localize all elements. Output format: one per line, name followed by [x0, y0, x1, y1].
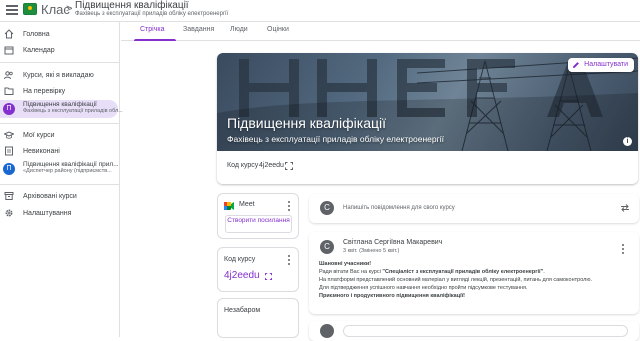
announcement-body: Шановні учасники! Ради вітати Вас на кур…	[319, 260, 629, 300]
tab-classwork[interactable]: Завдання	[183, 26, 214, 33]
active-tab-indicator	[134, 39, 176, 41]
sidebar-course-subtitle: Фахівець з експлуатації приладів обл...	[23, 108, 123, 114]
sidebar-item-todo[interactable]: Невиконані	[0, 143, 118, 159]
more-vert-icon[interactable]	[622, 244, 625, 254]
announcement-text: Ради вітати Вас на курсі	[319, 269, 383, 275]
info-icon[interactable]: i	[623, 137, 632, 146]
meet-label: Meet	[239, 201, 255, 208]
top-bar: Клас > Підвищення кваліфікації Фахівець …	[0, 0, 640, 22]
class-code-card: Код курсу 4j2eedu	[217, 247, 299, 292]
upcoming-title: Незабаром	[224, 307, 261, 314]
comment-input[interactable]	[343, 325, 628, 337]
announcement-text: .	[543, 269, 545, 275]
todo-list-icon	[5, 146, 13, 156]
sidebar-item-label: Календар	[23, 46, 55, 54]
course-avatar: П	[3, 163, 15, 175]
sidebar-item-course-active[interactable]: П Підвищення кваліфікації Фахівець з екс…	[0, 100, 123, 118]
sidebar-course-subtitle: «Диспетчер району (підприємств...	[23, 168, 112, 174]
sidebar-item-enrolled-course[interactable]: П Підвищення кваліфікації прил... «Диспе…	[0, 160, 119, 178]
announcement-card: С Світлана Сергіївна Макаревич 3 квіт. (…	[309, 232, 639, 314]
sidebar-course-title: Підвищення кваліфікації прил...	[23, 161, 119, 168]
announcement-line: Для підтвердження успішного навчання нео…	[319, 285, 528, 291]
announcement-greeting: Шановні учасники!	[319, 261, 372, 267]
home-icon	[4, 29, 14, 39]
announcement-line: На платформі представлений основний мате…	[319, 277, 592, 283]
announcement-date: 3 квіт. (Змінено 5 квіт.)	[343, 248, 400, 254]
sidebar-item-label: Архівовані курси	[23, 192, 77, 200]
sidebar-divider	[0, 184, 119, 185]
announcement-course-name: "Спеціаліст з експлуатації приладів облі…	[382, 269, 544, 275]
banner-subtitle: Фахівець з експлуатації приладів обліку …	[227, 134, 444, 144]
reuse-post-icon[interactable]	[620, 203, 630, 213]
archive-icon	[4, 192, 14, 200]
graduation-cap-icon	[4, 131, 14, 139]
upcoming-card: Незабаром	[217, 298, 299, 338]
class-code-label: Код курсу	[227, 162, 259, 169]
meet-card: Meet Створити посилання	[217, 193, 299, 239]
announce-input-card[interactable]: С Напишіть повідомлення для свого курсу	[309, 194, 639, 223]
sidebar-course-title: Підвищення кваліфікації	[23, 101, 97, 108]
avatar	[320, 324, 334, 338]
sidebar-item-calendar[interactable]: Календар	[0, 42, 118, 58]
sidebar-item-archived[interactable]: Архівовані курси	[0, 188, 118, 204]
sidebar-item-review[interactable]: На перевірку	[0, 83, 118, 99]
announce-placeholder[interactable]: Напишіть повідомлення для свого курсу	[343, 205, 455, 211]
fullscreen-icon[interactable]	[265, 273, 272, 280]
main-menu-icon[interactable]	[6, 5, 18, 15]
sidebar-item-label: Невиконані	[23, 147, 60, 155]
avatar: С	[320, 240, 334, 254]
calendar-icon	[4, 46, 14, 55]
customize-button[interactable]: Налаштувати	[568, 58, 634, 72]
banner-title: Підвищення кваліфікації	[227, 115, 387, 131]
avatar: С	[320, 201, 334, 215]
sidebar-item-settings[interactable]: Налаштування	[0, 205, 118, 221]
sidebar-item-my-courses[interactable]: Мої курси	[0, 127, 118, 143]
sidebar-item-home[interactable]: Головна	[0, 26, 118, 42]
class-code-card-title: Код курсу	[224, 256, 256, 263]
tab-people[interactable]: Люди	[230, 26, 248, 33]
class-code-card-value[interactable]: 4j2eedu	[224, 270, 260, 281]
tab-stream[interactable]: Стрічка	[140, 26, 164, 33]
page-subtitle: Фахівець з експлуатації приладів обліку …	[75, 11, 229, 17]
announcement-author: Світлана Сергіївна Макаревич	[343, 239, 443, 246]
sidebar-item-label: Курси, які я викладаю	[23, 71, 94, 79]
page-title: Підвищення кваліфікації	[75, 0, 189, 11]
course-avatar: П	[3, 103, 15, 115]
customize-label: Налаштувати	[584, 61, 628, 68]
people-icon	[4, 71, 13, 80]
tab-grades[interactable]: Оцінки	[267, 26, 289, 33]
sidebar-divider	[0, 62, 119, 63]
more-vert-icon[interactable]	[288, 255, 291, 265]
class-code-value[interactable]: 4j2eedu	[259, 162, 284, 169]
announcement-closing: Приємного і продуктивного підвищення ква…	[319, 293, 465, 299]
breadcrumb-separator: >	[66, 3, 73, 15]
create-meet-link-button[interactable]: Створити посилання	[225, 215, 292, 233]
sidebar: Головна Календар Курси, які я викладаю Н…	[0, 22, 123, 337]
next-post-card	[309, 321, 639, 341]
sidebar-item-teaching[interactable]: Курси, які я викладаю	[0, 67, 118, 83]
gear-icon	[5, 209, 13, 217]
pencil-icon	[573, 62, 580, 68]
course-tabs: Стрічка Завдання Люди Оцінки	[121, 22, 640, 41]
sidebar-item-label: Мої курси	[23, 131, 55, 139]
sidebar-item-label: Налаштування	[23, 209, 72, 217]
banner-footer: Код курсу 4j2eedu	[217, 151, 638, 184]
fullscreen-icon[interactable]	[285, 162, 293, 170]
sidebar-item-label: На перевірку	[23, 87, 66, 95]
sidebar-item-label: Головна	[23, 30, 50, 38]
course-banner: Налаштувати Підвищення кваліфікації Фахі…	[217, 53, 638, 184]
more-vert-icon[interactable]	[288, 201, 291, 211]
classroom-logo-icon[interactable]	[23, 3, 37, 15]
review-folder-icon	[4, 87, 14, 95]
announcement-line: Ради вітати Вас на курсі "Спеціаліст з е…	[319, 268, 629, 276]
meet-logo-icon	[224, 202, 234, 210]
sidebar-divider	[0, 123, 119, 124]
